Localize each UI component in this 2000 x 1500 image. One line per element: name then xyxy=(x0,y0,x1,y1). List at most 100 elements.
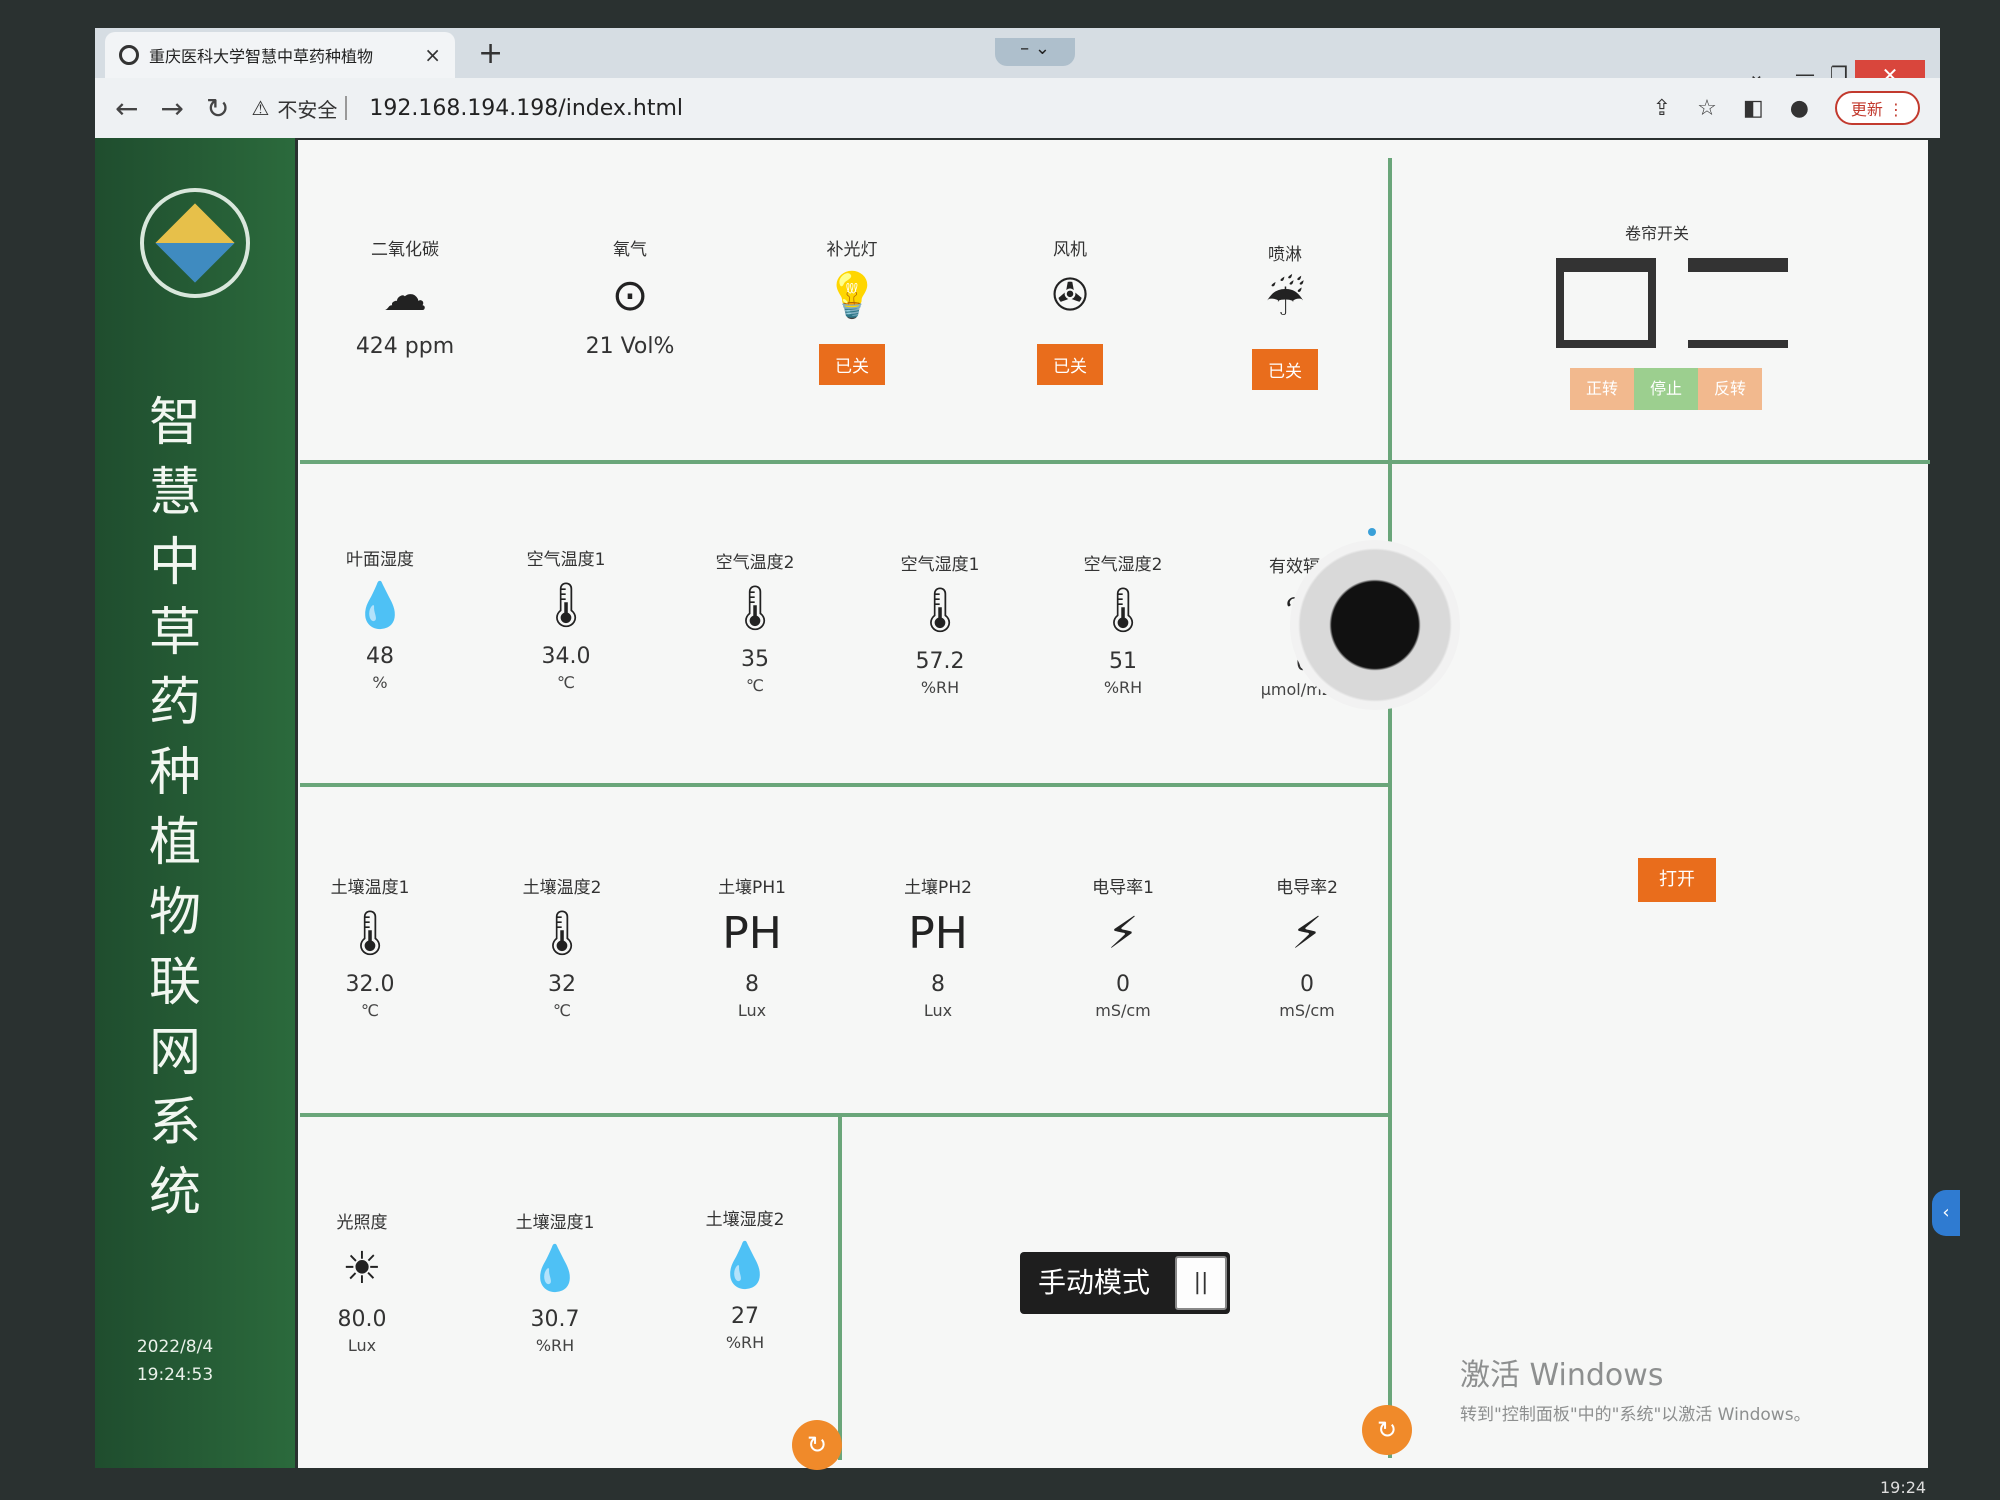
sensor-label: 土壤湿度2 xyxy=(705,1210,785,1230)
favicon-icon xyxy=(119,45,139,65)
grid-divider xyxy=(300,460,1930,464)
soil-thermometer-icon: 🌡 xyxy=(342,908,398,959)
o2-icon: ⊙ xyxy=(611,270,649,321)
curtain-reverse-button[interactable]: 反转 xyxy=(1698,368,1762,410)
warning-icon: ⚠ xyxy=(251,96,270,120)
leaf-drop-icon: 💧 xyxy=(352,580,408,631)
sensor-unit: Lux xyxy=(347,1336,377,1355)
sensor-value: 34.0 xyxy=(541,644,591,669)
back-icon[interactable]: ← xyxy=(115,92,138,125)
curtain-closed-icon xyxy=(1688,258,1788,348)
address-bar: ← → ↻ ⚠ 不安全 192.168.194.198/index.html ⇪… xyxy=(95,78,1940,138)
soil-thermometer-icon: 🌡 xyxy=(534,908,590,959)
co2-sensor: 二氧化碳 ☁ 424 ppm xyxy=(335,235,475,359)
sensor-value: 32 xyxy=(548,972,576,997)
sensor-label: 土壤湿度1 xyxy=(515,1213,595,1233)
curtain-forward-button[interactable]: 正转 xyxy=(1570,368,1634,410)
sensor-unit: Lux xyxy=(737,1001,767,1020)
sensor-label: 电导率1 xyxy=(1092,878,1154,898)
camera-image xyxy=(1290,540,1460,710)
soil-humidity2-sensor: 土壤湿度2 💧 27 %RH xyxy=(675,1205,815,1352)
taskbar-clock: 19:24 xyxy=(1880,1478,1927,1497)
system-title: 智慧中草药种植物联网系统 xyxy=(148,393,201,1223)
sensor-unit: ℃ xyxy=(557,673,575,692)
tab-search-menu[interactable]: – ⌄ xyxy=(995,38,1075,66)
mode-toggle-knob[interactable]: || xyxy=(1175,1256,1227,1310)
curtain-stop-button[interactable]: 停止 xyxy=(1634,368,1698,410)
chevron-left-icon[interactable]: ‹ xyxy=(1932,1190,1960,1236)
sensor-value: 8 xyxy=(931,972,945,997)
reload-icon[interactable]: ↻ xyxy=(206,92,229,125)
soil-ph1-sensor: 土壤PH1 PH 8 Lux xyxy=(682,873,822,1020)
soil-drop-icon: 💧 xyxy=(717,1240,773,1291)
thermometer-drop-icon: 🌡 xyxy=(1095,585,1151,636)
thermometer-sun-icon: 🌡 xyxy=(538,580,594,631)
update-button[interactable]: 更新 ⋮ xyxy=(1834,91,1920,125)
forward-icon[interactable]: → xyxy=(160,92,183,125)
app-sidebar: 智慧中草药种植物联网系统 2022/8/4 19:24:53 xyxy=(95,138,295,1468)
grid-divider xyxy=(838,1115,842,1460)
co2-cloud-icon: ☁ xyxy=(383,270,427,321)
air-humidity1-sensor: 空气湿度1 🌡 57.2 %RH xyxy=(870,550,1010,697)
sensor-value: 30.7 xyxy=(530,1307,580,1332)
url-field[interactable]: 192.168.194.198/index.html xyxy=(369,96,683,121)
tab-title: 重庆医科大学智慧中草药种植物 xyxy=(149,47,374,66)
sensor-unit: ℃ xyxy=(361,1001,379,1020)
soil-temp2-sensor: 土壤温度2 🌡 32 ℃ xyxy=(492,873,632,1020)
sensor-label: 空气湿度2 xyxy=(1083,555,1163,575)
sensor-value: 51 xyxy=(1109,649,1137,674)
control-label: 风机 xyxy=(1053,240,1087,260)
leaf-humidity-sensor: 叶面湿度 💧 48 % xyxy=(310,545,450,692)
divider xyxy=(345,96,348,120)
control-label: 喷淋 xyxy=(1268,245,1302,265)
star-icon[interactable]: ☆ xyxy=(1697,96,1717,121)
sidepanel-icon[interactable]: ◧ xyxy=(1743,96,1764,121)
soil-ph2-sensor: 土壤PH2 PH 8 Lux xyxy=(868,873,1008,1020)
share-icon[interactable]: ⇪ xyxy=(1653,96,1671,121)
sensor-unit: mS/cm xyxy=(1095,1001,1151,1020)
sensor-label: 光照度 xyxy=(336,1213,388,1233)
datetime: 2022/8/4 19:24:53 xyxy=(110,1333,240,1389)
time-text: 19:24:53 xyxy=(136,1365,214,1385)
air-humidity2-sensor: 空气湿度2 🌡 51 %RH xyxy=(1053,550,1193,697)
spray-status-button[interactable]: 已关 xyxy=(1252,349,1318,390)
new-tab-button[interactable]: + xyxy=(478,36,503,71)
soil-temp1-sensor: 土壤温度1 🌡 32.0 ℃ xyxy=(300,873,440,1020)
fan-status-button[interactable]: 已关 xyxy=(1037,344,1103,385)
activation-title: 激活 Windows xyxy=(1460,1358,1664,1393)
update-label: 更新 xyxy=(1850,100,1883,119)
illuminance-sensor: 光照度 ☀ 80.0 Lux xyxy=(292,1208,432,1355)
refresh-icon[interactable]: ↻ xyxy=(1362,1405,1412,1455)
sun-icon: ☀ xyxy=(342,1243,382,1294)
sensor-value: 48 xyxy=(366,644,394,669)
grid-divider xyxy=(1388,158,1392,1458)
date-text: 2022/8/4 xyxy=(136,1337,214,1357)
sensor-label: 二氧化碳 xyxy=(371,240,439,260)
control-label: 补光灯 xyxy=(826,240,878,260)
security-indicator[interactable]: ⚠ 不安全 xyxy=(251,94,348,123)
refresh-icon[interactable]: ↻ xyxy=(792,1420,842,1470)
camera-open-button[interactable]: 打开 xyxy=(1638,858,1716,902)
profile-icon[interactable]: ● xyxy=(1790,96,1809,121)
sensor-unit: mS/cm xyxy=(1279,1001,1335,1020)
activation-subtitle: 转到"控制面板"中的"系统"以激活 Windows。 xyxy=(1460,1405,1811,1425)
conductivity-icon: ⚡ xyxy=(1291,908,1323,959)
air-temp1-sensor: 空气温度1 🌡 34.0 ℃ xyxy=(496,545,636,692)
ph-icon: PH xyxy=(722,908,782,959)
sensor-label: 空气温度1 xyxy=(526,550,606,570)
sensor-unit: %RH xyxy=(725,1333,765,1352)
sensor-label: 土壤温度1 xyxy=(330,878,410,898)
sensor-unit: Lux xyxy=(923,1001,953,1020)
sensor-unit: ℃ xyxy=(553,1001,571,1020)
conductivity2-sensor: 电导率2 ⚡ 0 mS/cm xyxy=(1237,873,1377,1020)
university-logo xyxy=(140,188,250,298)
sensor-label: 土壤温度2 xyxy=(522,878,602,898)
grid-divider xyxy=(300,1113,1390,1117)
fill-light-status-button[interactable]: 已关 xyxy=(819,344,885,385)
fan-icon: ✇ xyxy=(1051,270,1089,321)
soil-humidity1-sensor: 土壤湿度1 💧 30.7 %RH xyxy=(485,1208,625,1355)
browser-tab[interactable]: 重庆医科大学智慧中草药种植物 × xyxy=(105,32,455,78)
sensor-label: 氧气 xyxy=(613,240,647,260)
sprinkler-icon: ☔ xyxy=(1265,275,1305,326)
tab-close-icon[interactable]: × xyxy=(424,43,441,67)
